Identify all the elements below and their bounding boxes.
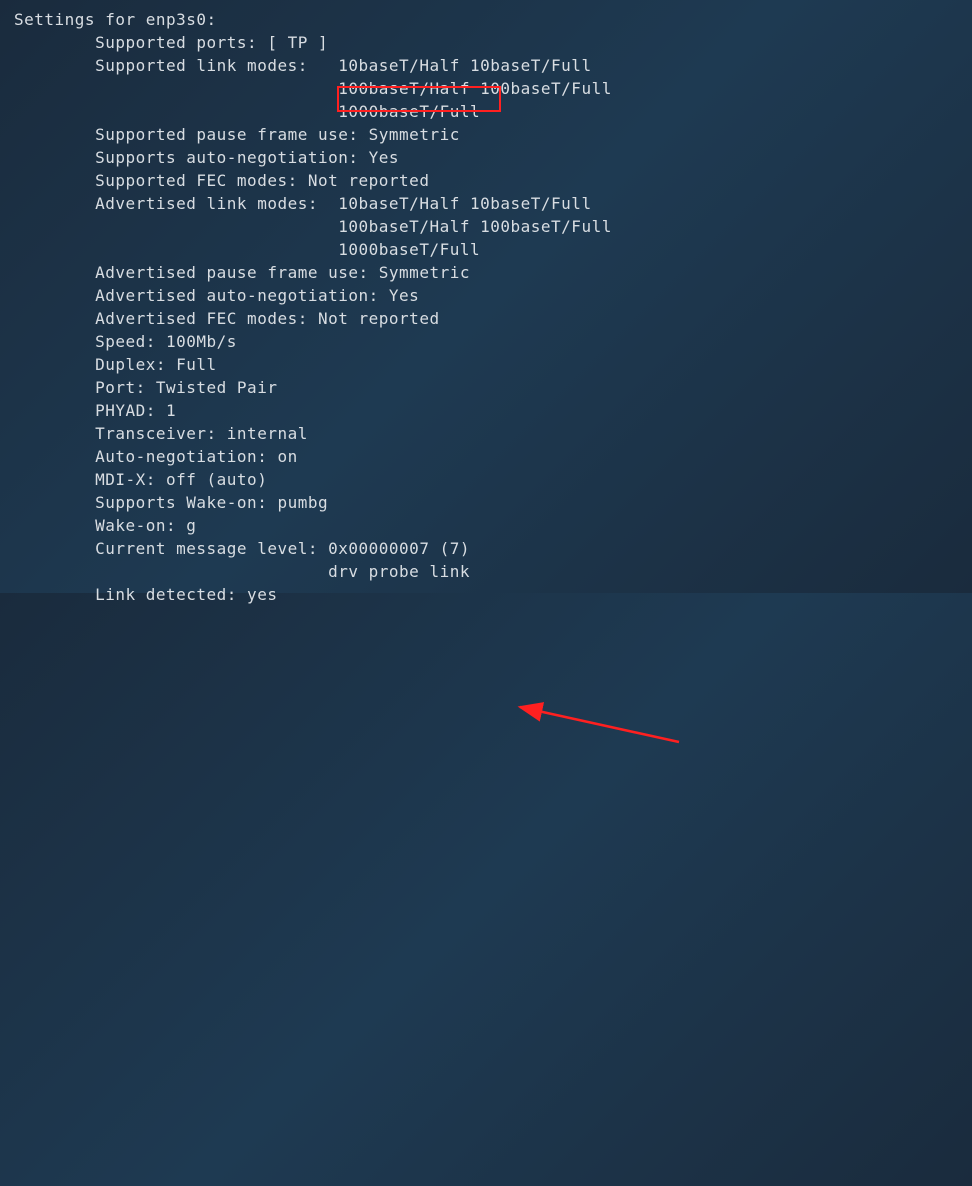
terminal-line: Advertised auto-negotiation: Yes	[14, 284, 958, 307]
terminal-line: PHYAD: 1	[14, 399, 958, 422]
terminal-line: 1000baseT/Full	[14, 100, 958, 123]
terminal-line: Supports auto-negotiation: Yes	[14, 146, 958, 169]
terminal-line: Supports Wake-on: pumbg	[14, 491, 958, 514]
terminal-line: Supported FEC modes: Not reported	[14, 169, 958, 192]
terminal-line: Wake-on: g	[14, 514, 958, 537]
terminal-output: Supported ports: [ TP ] Supported link m…	[14, 31, 958, 606]
terminal-line: Advertised link modes: 10baseT/Half 10ba…	[14, 192, 958, 215]
terminal-line: 1000baseT/Full	[14, 238, 958, 261]
terminal-line: Supported pause frame use: Symmetric	[14, 123, 958, 146]
terminal-line: Transceiver: internal	[14, 422, 958, 445]
terminal-line: Advertised pause frame use: Symmetric	[14, 261, 958, 284]
terminal-line: drv probe link	[14, 560, 958, 583]
terminal-line: Speed: 100Mb/s	[14, 330, 958, 353]
terminal-line: Duplex: Full	[14, 353, 958, 376]
terminal-line: 100baseT/Half 100baseT/Full	[14, 77, 958, 100]
terminal-header: Settings for enp3s0:	[14, 8, 958, 31]
terminal-line: Current message level: 0x00000007 (7)	[14, 537, 958, 560]
annotation-arrow	[14, 606, 972, 1186]
terminal-line: MDI-X: off (auto)	[14, 468, 958, 491]
terminal-line: Advertised FEC modes: Not reported	[14, 307, 958, 330]
terminal-line: Supported ports: [ TP ]	[14, 31, 958, 54]
terminal-line: 100baseT/Half 100baseT/Full	[14, 215, 958, 238]
terminal-line: Port: Twisted Pair	[14, 376, 958, 399]
terminal-line: Link detected: yes	[14, 583, 958, 606]
terminal-line: Auto-negotiation: on	[14, 445, 958, 468]
terminal-line: Supported link modes: 10baseT/Half 10bas…	[14, 54, 958, 77]
